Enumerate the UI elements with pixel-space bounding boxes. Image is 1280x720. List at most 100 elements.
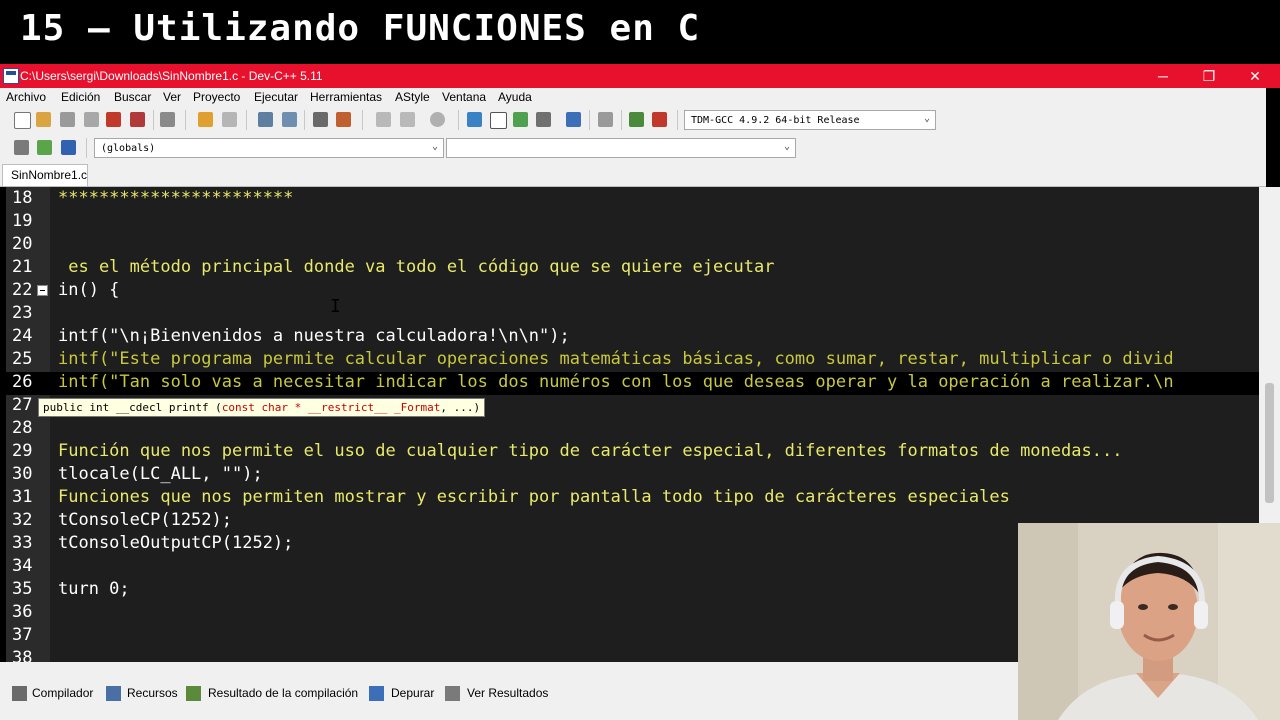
compile-icon[interactable]	[467, 112, 482, 127]
devcpp-app-icon[interactable]	[3, 68, 19, 84]
toolbars: TDM-GCC 4.9.2 64-bit Release ⌄ (globals)…	[0, 108, 1266, 162]
menu-astyle[interactable]: AStyle	[395, 90, 430, 104]
new-project-icon[interactable]	[14, 140, 29, 155]
run-icon[interactable]	[490, 112, 507, 129]
replace-icon[interactable]	[282, 112, 297, 127]
debug-tab-icon	[369, 686, 384, 701]
tab-compilador[interactable]: Compilador	[32, 686, 93, 700]
line-number: 36	[12, 602, 33, 622]
window-title: C:\Users\sergi\Downloads\SinNombre1.c - …	[20, 69, 323, 83]
line-text: Funciones que nos permiten mostrar y esc…	[58, 487, 1010, 507]
window-titlebar[interactable]: C:\Users\sergi\Downloads\SinNombre1.c - …	[0, 64, 1280, 88]
fold-collapse-icon[interactable]	[37, 285, 48, 296]
close-button[interactable]: ✕	[1232, 64, 1278, 88]
line-number: 32	[12, 510, 33, 530]
toolbar-separator	[621, 110, 622, 130]
code-line[interactable]: 18 ***********************	[6, 188, 1259, 211]
code-line[interactable]: 23	[6, 303, 1259, 326]
code-line[interactable]: 24 intf("\n¡Bienvenidos a nuestra calcul…	[6, 326, 1259, 349]
tooltip-suffix: , ...)	[440, 401, 481, 414]
menu-ventana[interactable]: Ventana	[442, 90, 486, 104]
print-icon[interactable]	[160, 112, 175, 127]
scope-select[interactable]: (globals) ⌄	[94, 138, 444, 158]
find-icon[interactable]	[258, 112, 273, 127]
new-file-icon[interactable]	[14, 112, 31, 129]
bookmark-prev-icon[interactable]	[376, 112, 391, 127]
toolbar-separator	[86, 138, 87, 158]
toolbar-separator	[304, 110, 305, 130]
open-file-icon[interactable]	[36, 112, 51, 127]
compile-log-tab-icon	[186, 686, 201, 701]
code-line[interactable]: 29 Función que nos permite el uso de cua…	[6, 441, 1259, 464]
line-text: in() {	[58, 280, 120, 300]
line-number: 19	[12, 211, 33, 231]
member-select[interactable]: ⌄	[446, 138, 796, 158]
line-text: tlocale(LC_ALL, "");	[58, 464, 263, 484]
line-number: 22	[12, 280, 33, 300]
tab-sinnombre1[interactable]: SinNombre1.c	[2, 164, 88, 186]
menu-edicion[interactable]: Edición	[61, 90, 100, 104]
undo-icon[interactable]	[198, 112, 213, 127]
presenter-video	[1018, 523, 1280, 720]
scrollbar-thumb[interactable]	[1265, 383, 1274, 503]
remove-from-project-icon[interactable]	[61, 140, 76, 155]
tab-recursos[interactable]: Recursos	[127, 686, 178, 700]
rebuild-all-icon[interactable]	[536, 112, 551, 127]
line-number: 26	[12, 372, 33, 392]
tab-depurar[interactable]: Depurar	[391, 686, 434, 700]
scope-select-value: (globals)	[101, 143, 156, 154]
add-to-project-icon[interactable]	[37, 140, 52, 155]
compile-run-icon[interactable]	[513, 112, 528, 127]
line-number: 38	[12, 648, 33, 662]
tab-resultado-compilacion[interactable]: Resultado de la compilación	[208, 686, 358, 700]
chevron-down-icon: ⌄	[431, 141, 438, 152]
line-text: tConsoleCP(1252);	[58, 510, 232, 530]
code-line[interactable]: 21 es el método principal donde va todo …	[6, 257, 1259, 280]
code-line[interactable]: 31 Funciones que nos permiten mostrar y …	[6, 487, 1259, 510]
editor-tabstrip: SinNombre1.c	[0, 162, 1266, 187]
code-line[interactable]: 19	[6, 211, 1259, 234]
redo-icon[interactable]	[222, 112, 237, 127]
minimize-button[interactable]: ─	[1140, 64, 1186, 88]
line-number: 30	[12, 464, 33, 484]
stop-execution-icon[interactable]	[598, 112, 613, 127]
menu-bar: Archivo Edición Buscar Ver Proyecto Ejec…	[0, 88, 1266, 108]
line-number: 29	[12, 441, 33, 461]
code-line[interactable]: 22 in() {	[6, 280, 1259, 303]
line-number: 27	[12, 395, 33, 415]
tab-ver-resultados[interactable]: Ver Resultados	[467, 686, 548, 700]
toolbar-separator	[677, 110, 678, 130]
menu-buscar[interactable]: Buscar	[114, 90, 151, 104]
tooltip-current-param: const char * __restrict__ _Format	[221, 401, 441, 414]
code-line[interactable]: 25 intf("Este programa permite calcular …	[6, 349, 1259, 372]
chevron-down-icon: ⌄	[923, 113, 930, 124]
profile-analysis-icon[interactable]	[629, 112, 644, 127]
menu-ayuda[interactable]: Ayuda	[498, 90, 532, 104]
save-icon[interactable]	[60, 112, 75, 127]
menu-ejecutar[interactable]: Ejecutar	[254, 90, 298, 104]
menu-proyecto[interactable]: Proyecto	[193, 90, 240, 104]
line-number: 34	[12, 556, 33, 576]
restore-button[interactable]: ❐	[1186, 64, 1232, 88]
menu-ver[interactable]: Ver	[163, 90, 181, 104]
save-all-icon[interactable]	[84, 112, 99, 127]
syntax-check-icon[interactable]	[566, 112, 581, 127]
compiler-select[interactable]: TDM-GCC 4.9.2 64-bit Release ⌄	[684, 110, 936, 130]
code-line-current[interactable]: 26 intf("Tan solo vas a necesitar indica…	[6, 372, 1259, 395]
tooltip-prefix: public int __cdecl printf (	[43, 401, 222, 414]
menu-archivo[interactable]: Archivo	[6, 90, 46, 104]
toolbar-separator	[185, 110, 186, 130]
indent-icon[interactable]	[313, 112, 328, 127]
bookmark-next-icon[interactable]	[400, 112, 415, 127]
line-number: 20	[12, 234, 33, 254]
close-file-icon[interactable]	[106, 112, 121, 127]
menu-herramientas[interactable]: Herramientas	[310, 90, 382, 104]
code-line[interactable]: 20	[6, 234, 1259, 257]
goto-line-icon[interactable]	[336, 112, 351, 127]
close-all-icon[interactable]	[130, 112, 145, 127]
code-line[interactable]: 30 tlocale(LC_ALL, "");	[6, 464, 1259, 487]
code-line[interactable]: 28	[6, 418, 1259, 441]
debug-icon[interactable]	[652, 112, 667, 127]
line-number: 24	[12, 326, 33, 346]
toggle-bookmark-icon[interactable]	[430, 112, 445, 127]
